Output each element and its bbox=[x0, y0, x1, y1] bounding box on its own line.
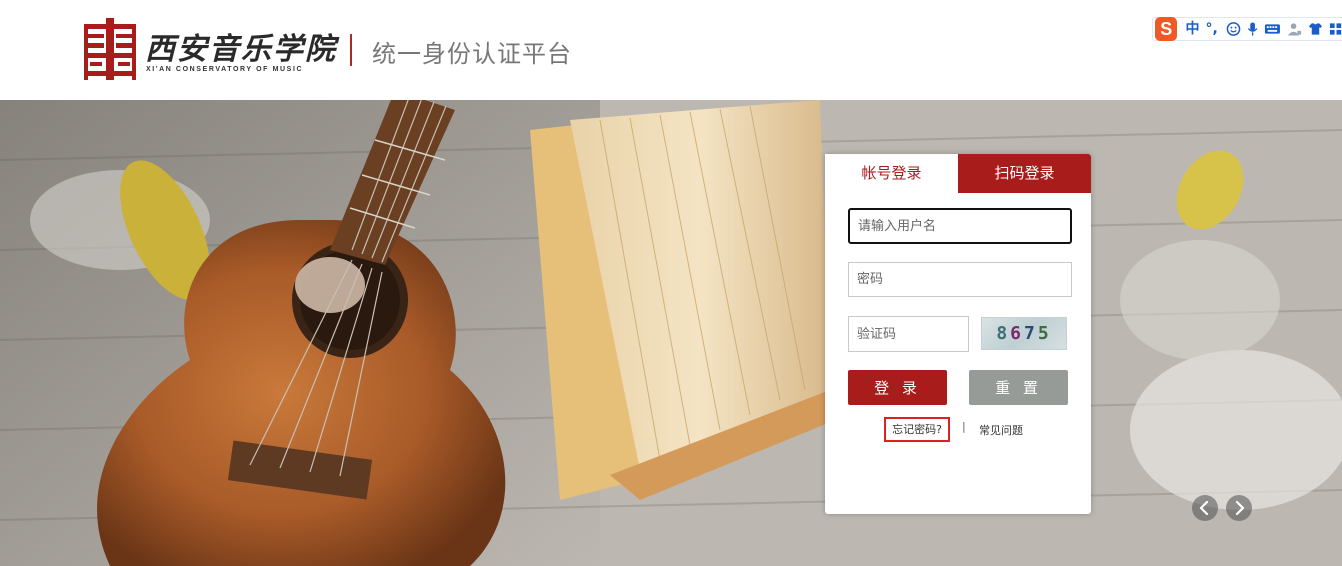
login-panel: 帐号登录 扫码登录 8675 登 录 重 置 忘记密码? | 常见问题 bbox=[825, 154, 1091, 514]
header-divider bbox=[350, 34, 352, 66]
captcha-digit: 8 bbox=[996, 323, 1011, 344]
chevron-left-icon bbox=[1199, 500, 1209, 516]
sogou-logo-icon[interactable]: S bbox=[1155, 17, 1178, 41]
login-button[interactable]: 登 录 bbox=[848, 370, 947, 405]
banner-image bbox=[0, 100, 1342, 566]
banner-photo bbox=[0, 100, 1342, 566]
faq-link[interactable]: 常见问题 bbox=[979, 422, 1023, 438]
carousel-prev-button[interactable] bbox=[1192, 495, 1218, 521]
captcha-digit: 6 bbox=[1010, 323, 1024, 344]
shirt-icon[interactable] bbox=[1308, 21, 1323, 37]
platform-title: 统一身份认证平台 bbox=[372, 40, 572, 68]
ime-punctuation-toggle[interactable]: °, bbox=[1205, 18, 1217, 40]
captcha-digit: 5 bbox=[1037, 323, 1052, 344]
username-input[interactable] bbox=[848, 208, 1072, 244]
grid-icon[interactable] bbox=[1329, 21, 1342, 37]
school-emblem-icon bbox=[84, 18, 136, 80]
reset-button[interactable]: 重 置 bbox=[969, 370, 1068, 405]
microphone-icon[interactable] bbox=[1247, 21, 1258, 37]
school-name-cn: 西安音乐学院 bbox=[145, 32, 337, 67]
link-separator: | bbox=[962, 420, 966, 433]
forgot-password-link[interactable]: 忘记密码? bbox=[884, 417, 950, 442]
header: 西安音乐学院 XI'AN CONSERVATORY OF MUSIC 统一身份认… bbox=[0, 0, 1342, 100]
captcha-input[interactable] bbox=[848, 316, 969, 352]
captcha-image[interactable]: 8675 bbox=[981, 317, 1067, 350]
chevron-right-icon bbox=[1235, 500, 1245, 516]
ime-toolbar[interactable]: S 中 °, bbox=[1152, 17, 1342, 41]
tab-account-login[interactable]: 帐号登录 bbox=[825, 154, 958, 193]
user-icon[interactable] bbox=[1287, 21, 1302, 37]
ime-mode-toggle[interactable]: 中 bbox=[1185, 18, 1199, 40]
carousel-next-button[interactable] bbox=[1226, 495, 1252, 521]
school-name-en: XI'AN CONSERVATORY OF MUSIC bbox=[146, 66, 304, 73]
captcha-digit: 7 bbox=[1024, 323, 1038, 344]
tab-qr-login[interactable]: 扫码登录 bbox=[958, 154, 1091, 193]
password-input[interactable] bbox=[848, 262, 1072, 297]
smiley-icon[interactable] bbox=[1226, 21, 1241, 37]
keyboard-icon[interactable] bbox=[1264, 22, 1281, 36]
